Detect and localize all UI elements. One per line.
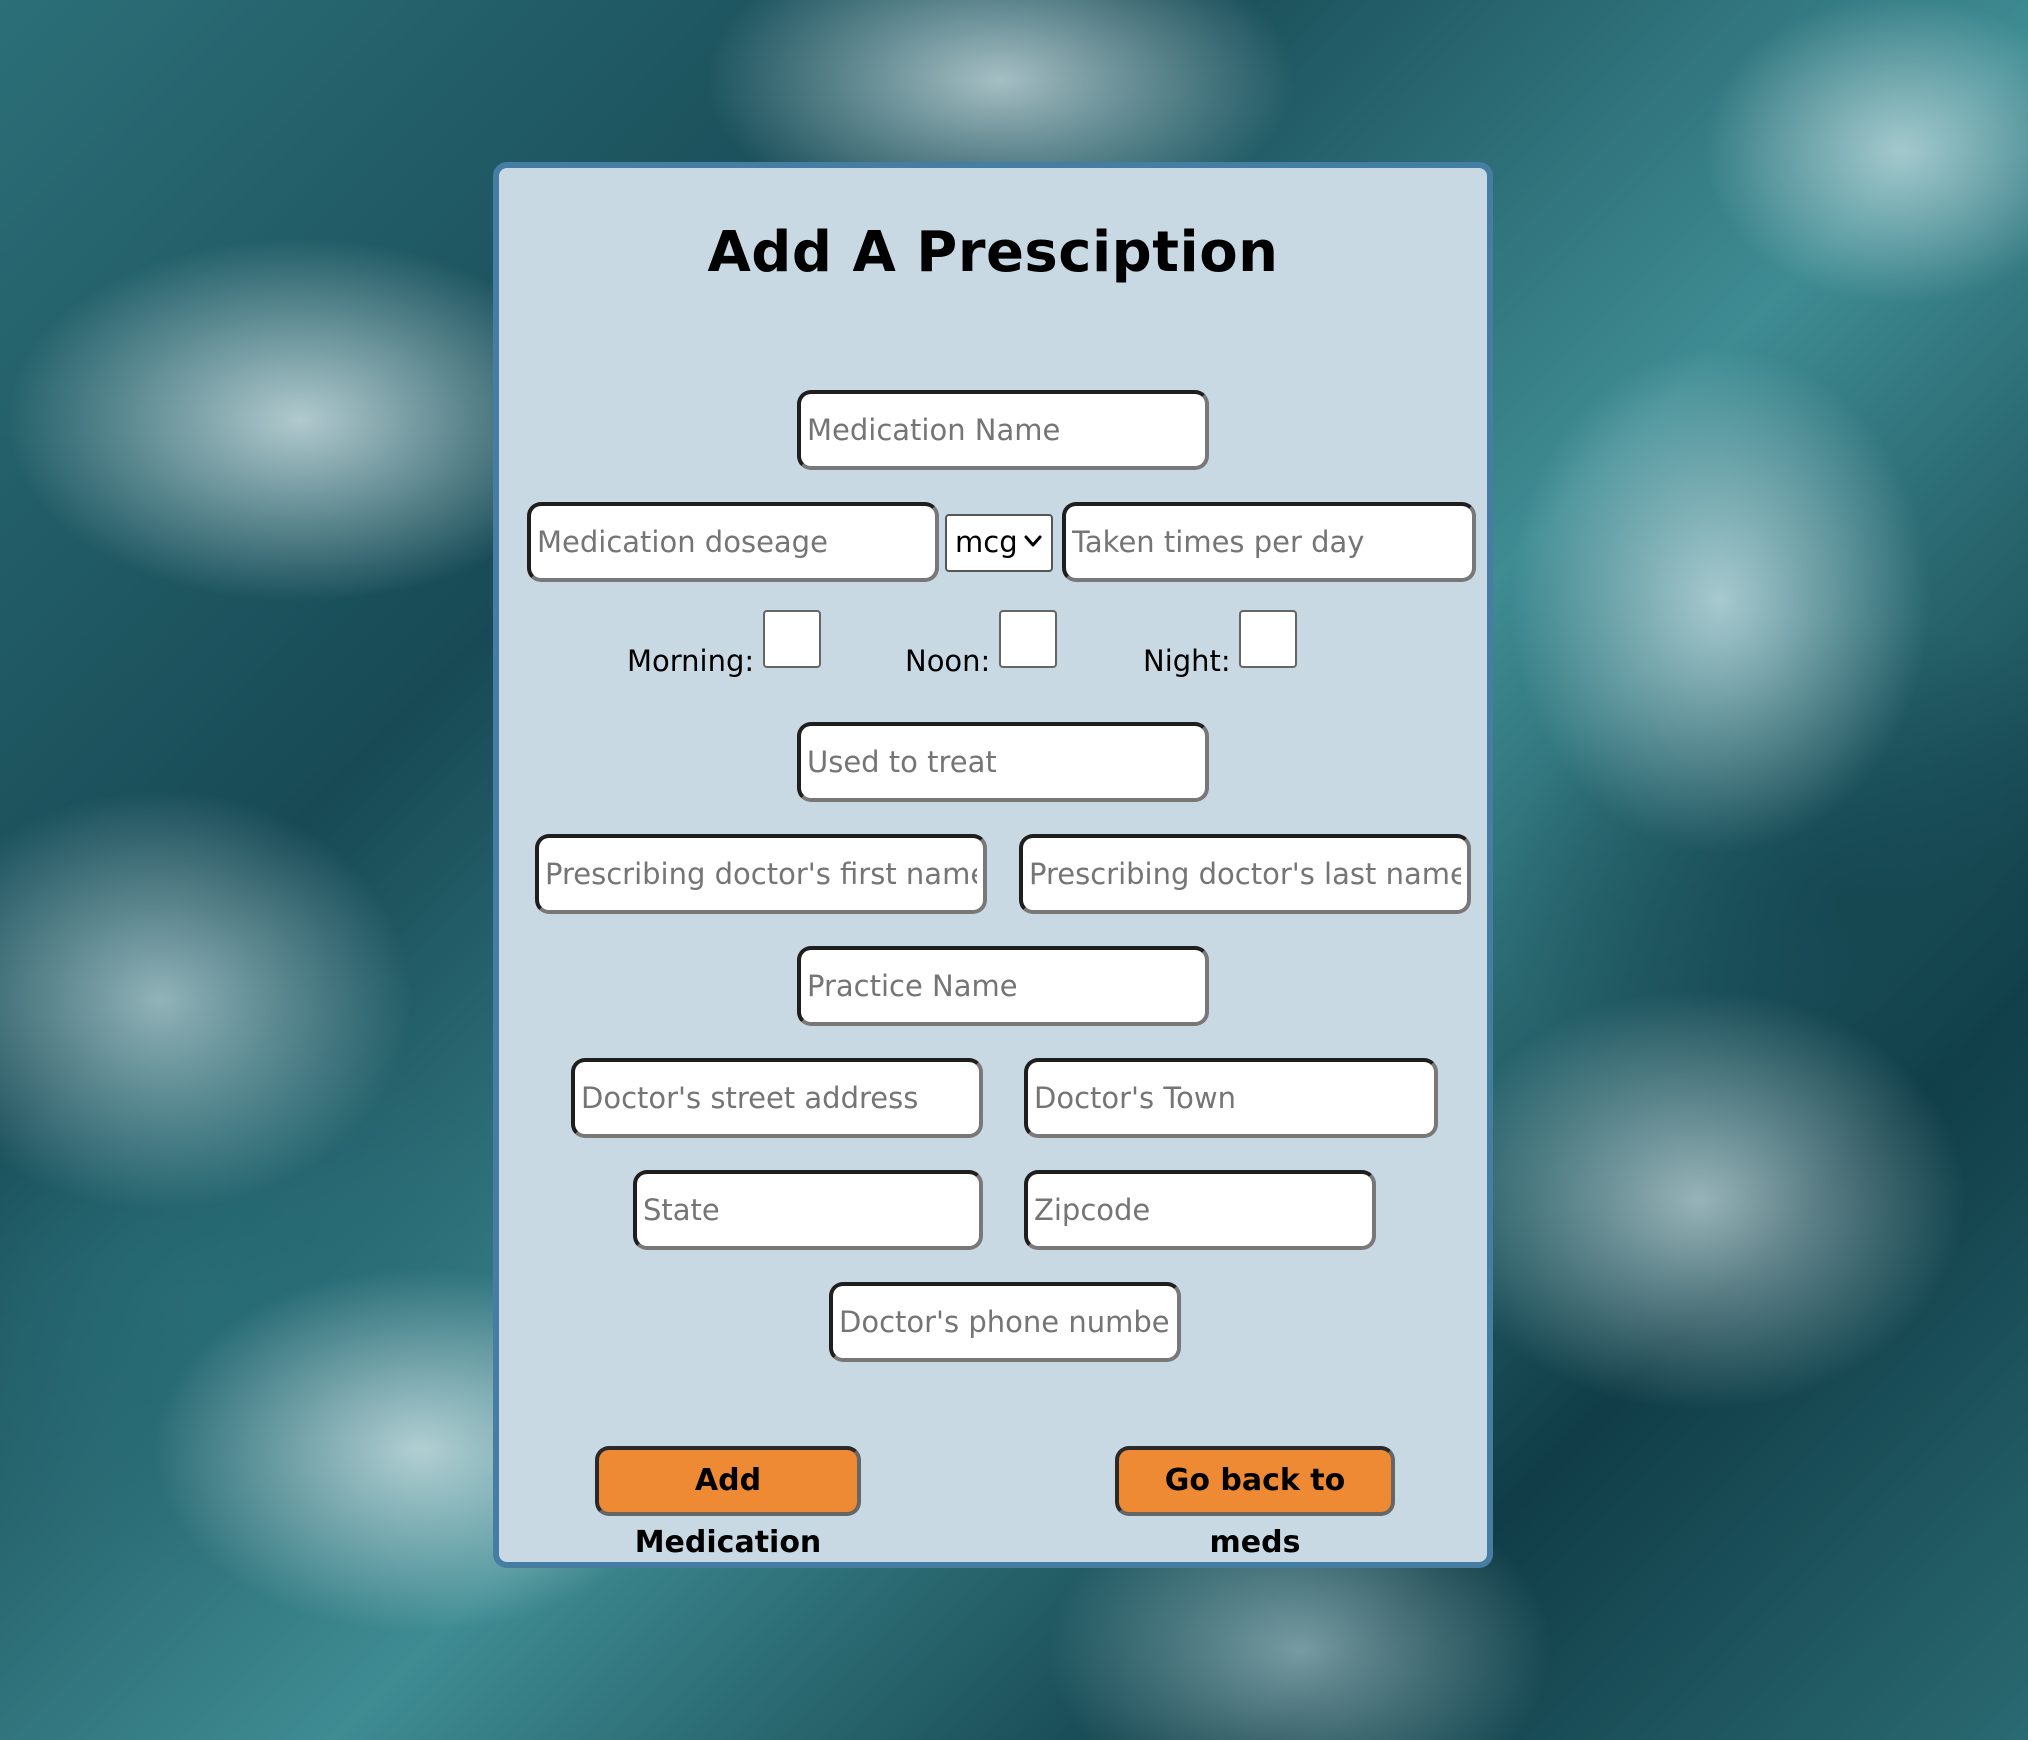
dosage-unit-select[interactable]: mcg (945, 514, 1053, 572)
used-to-treat-input[interactable] (797, 722, 1209, 802)
doctor-street-address-input[interactable] (571, 1058, 983, 1138)
night-label: Night: (1143, 644, 1231, 678)
prescription-form-card: Add A Presciption mcg Morning: Noon: Nig… (493, 162, 1493, 1568)
doctor-last-name-input[interactable] (1019, 834, 1471, 914)
night-checkbox[interactable] (1239, 610, 1297, 668)
zipcode-input[interactable] (1024, 1170, 1376, 1250)
doctor-town-input[interactable] (1024, 1058, 1438, 1138)
medication-name-input[interactable] (797, 390, 1209, 470)
medication-dosage-input[interactable] (527, 502, 939, 582)
state-input[interactable] (633, 1170, 983, 1250)
doctor-phone-input[interactable] (829, 1282, 1181, 1362)
page-title: Add A Presciption (707, 220, 1279, 285)
noon-checkbox[interactable] (999, 610, 1057, 668)
times-per-day-input[interactable] (1062, 502, 1476, 582)
go-back-to-meds-button[interactable]: Go back to meds (1115, 1446, 1395, 1560)
noon-label: Noon: (905, 644, 991, 678)
add-medication-button[interactable]: Add Medication (595, 1446, 861, 1560)
practice-name-input[interactable] (797, 946, 1209, 1026)
morning-checkbox[interactable] (763, 610, 821, 668)
dosage-unit-value: mcg (955, 525, 1018, 559)
doctor-first-name-input[interactable] (535, 834, 987, 914)
chevron-down-icon (1024, 535, 1042, 547)
morning-label: Morning: (627, 644, 755, 678)
